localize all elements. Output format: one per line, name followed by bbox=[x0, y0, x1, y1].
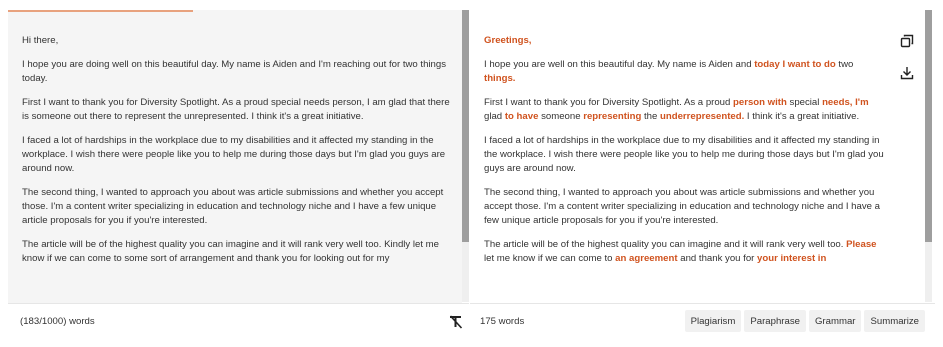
changed-phrase[interactable]: Please bbox=[846, 239, 876, 250]
output-paragraph: I hope you are well on this beautiful da… bbox=[484, 58, 884, 86]
unchanged-text: The article will be of the highest quali… bbox=[484, 239, 847, 250]
unchanged-text: I faced a lot of hardships in the workpl… bbox=[484, 135, 884, 174]
action-toolbar: Plagiarism Paraphrase Grammar Summarize bbox=[684, 310, 925, 332]
unchanged-text: the bbox=[641, 111, 661, 122]
changed-phrase[interactable]: person with bbox=[733, 97, 787, 108]
output-pane: Greetings, I hope you are well on this be… bbox=[470, 10, 925, 303]
clear-format-icon[interactable] bbox=[446, 312, 466, 332]
paraphraser-app: Hi there, I hope you are doing well on th… bbox=[0, 0, 943, 347]
copy-icon[interactable] bbox=[896, 30, 918, 52]
grammar-button[interactable]: Grammar bbox=[808, 310, 862, 332]
download-icon[interactable] bbox=[896, 62, 918, 84]
output-paragraph: The article will be of the highest quali… bbox=[484, 238, 884, 266]
input-paragraph: I faced a lot of hardships in the workpl… bbox=[22, 135, 446, 174]
changed-phrase[interactable]: an agreement bbox=[615, 253, 677, 264]
summarize-button[interactable]: Summarize bbox=[864, 310, 925, 332]
unchanged-text: glad bbox=[484, 111, 505, 122]
output-text-area: Greetings, I hope you are well on this be… bbox=[484, 34, 884, 296]
changed-phrase[interactable]: representing bbox=[583, 111, 641, 122]
input-paragraph: I hope you are doing well on this beauti… bbox=[22, 59, 447, 84]
output-footer: 175 words Plagiarism Paraphrase Grammar … bbox=[470, 303, 935, 337]
input-accent-line bbox=[8, 10, 193, 12]
input-paragraph: First I want to thank you for Diversity … bbox=[22, 97, 450, 122]
unchanged-text: The second thing, I wanted to approach y… bbox=[484, 187, 880, 226]
unchanged-text: and thank you for bbox=[677, 253, 758, 264]
changed-phrase[interactable]: today I want to do bbox=[754, 59, 836, 70]
changed-phrase[interactable]: underrepresented. bbox=[660, 111, 744, 122]
unchanged-text: let me know if we can come to bbox=[484, 253, 616, 264]
plagiarism-button[interactable]: Plagiarism bbox=[684, 310, 742, 332]
output-word-count: 175 words bbox=[480, 316, 525, 327]
changed-phrase[interactable]: things. bbox=[484, 73, 515, 84]
paraphrase-button[interactable]: Paraphrase bbox=[744, 310, 806, 332]
output-paragraph: The second thing, I wanted to approach y… bbox=[484, 186, 884, 228]
changed-phrase[interactable]: Greetings, bbox=[484, 35, 531, 46]
input-paragraph: The article will be of the highest quali… bbox=[22, 239, 439, 264]
input-word-count: (183/1000) words bbox=[20, 316, 95, 327]
input-text-area[interactable]: Hi there, I hope you are doing well on th… bbox=[22, 34, 454, 296]
unchanged-text: two bbox=[835, 59, 854, 70]
output-scrollbar-thumb[interactable] bbox=[925, 10, 932, 242]
input-pane: Hi there, I hope you are doing well on th… bbox=[8, 10, 462, 337]
changed-phrase[interactable]: your interest in bbox=[757, 253, 826, 264]
output-paragraph: First I want to thank you for Diversity … bbox=[484, 96, 884, 124]
changed-phrase[interactable]: to have bbox=[505, 111, 539, 122]
input-paragraph: The second thing, I wanted to approach y… bbox=[22, 187, 444, 226]
input-scrollbar-track[interactable] bbox=[462, 242, 469, 302]
output-scrollbar-track[interactable] bbox=[925, 242, 932, 302]
input-footer: (183/1000) words bbox=[8, 303, 469, 337]
output-paragraph: I faced a lot of hardships in the workpl… bbox=[484, 134, 884, 176]
unchanged-text: I hope you are well on this beautiful da… bbox=[484, 59, 755, 70]
unchanged-text: someone bbox=[538, 111, 584, 122]
unchanged-text: special bbox=[786, 97, 823, 108]
unchanged-text: I think it's a great initiative. bbox=[744, 111, 860, 122]
unchanged-text: First I want to thank you for Diversity … bbox=[484, 97, 734, 108]
input-scrollbar-thumb[interactable] bbox=[462, 10, 469, 242]
output-paragraph: Greetings, bbox=[484, 34, 884, 48]
changed-phrase[interactable]: needs, I'm bbox=[822, 97, 869, 108]
input-paragraph: Hi there, bbox=[22, 35, 59, 46]
